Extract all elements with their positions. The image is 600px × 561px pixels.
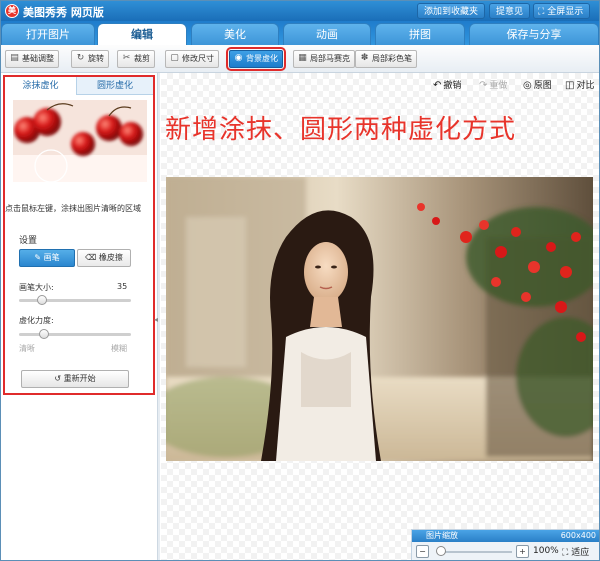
color-pen-icon: ✽ bbox=[360, 53, 369, 63]
blur-strength-slider[interactable] bbox=[19, 329, 131, 339]
tab-animation[interactable]: 动画 bbox=[283, 23, 371, 45]
tab-circle-blur[interactable]: 圆形虚化 bbox=[79, 77, 151, 95]
basic-adjust-button[interactable]: ▤ 基础调整 bbox=[5, 50, 59, 68]
eraser-icon: ⌫ bbox=[85, 253, 97, 262]
adjust-icon: ▤ bbox=[10, 53, 19, 63]
local-mosaic-label: 局部马赛克 bbox=[310, 54, 350, 63]
blur-strength-slider-thumb[interactable] bbox=[39, 329, 49, 339]
brush-size-value: 35 bbox=[117, 282, 128, 291]
app-title: 美图秀秀 网页版 bbox=[23, 6, 104, 19]
brush-mode-button[interactable]: ✎ 画笔 bbox=[19, 249, 75, 267]
zoom-out-icon[interactable]: − bbox=[416, 545, 429, 558]
brush-size-slider[interactable] bbox=[19, 295, 131, 305]
usage-hint: 点击鼠标左键，涂抹出图片清晰的区域 bbox=[5, 204, 141, 213]
tab-open-image[interactable]: 打开图片 bbox=[1, 23, 95, 45]
edit-toolbar: ▤ 基础调整 ↻ 旋转 ✂ 裁剪 ▢ 修改尺寸 ◉ 背景虚化 ▦ 局部马赛克 ✽… bbox=[1, 45, 599, 73]
compare-icon: ◫ bbox=[565, 80, 575, 91]
resize-button[interactable]: ▢ 修改尺寸 bbox=[165, 50, 219, 68]
redo-icon: ↷ bbox=[479, 80, 488, 91]
zoom-slider[interactable] bbox=[440, 551, 512, 553]
brush-size-label: 画笔大小: bbox=[19, 283, 54, 292]
zoom-title: 图片缩放 bbox=[426, 531, 458, 540]
crop-label: 裁剪 bbox=[134, 54, 150, 63]
fit-button[interactable]: ⛶ 适应 bbox=[562, 545, 589, 558]
blur-max-label: 模糊 bbox=[111, 344, 127, 353]
zoom-percent: 100% bbox=[533, 546, 559, 556]
undo-label: 撤销 bbox=[443, 81, 462, 91]
app-logo-icon: 美 bbox=[5, 4, 19, 18]
fit-label: 适应 bbox=[571, 548, 590, 558]
local-color-pen-label: 局部彩色笔 bbox=[372, 54, 412, 63]
basic-adjust-label: 基础调整 bbox=[22, 54, 54, 63]
app-window: 美 美图秀秀 网页版 添加到收藏夹 提意见 ⛶ 全屏显示 打开图片 编辑 美化 … bbox=[0, 0, 600, 561]
zoom-panel: 图片缩放 600x400 − + 100% ⛶ 适应 bbox=[411, 529, 599, 560]
tab-smear-blur[interactable]: 涂抹虚化 bbox=[5, 77, 77, 95]
original-icon: ◎ bbox=[523, 80, 532, 91]
compare-label: 对比 bbox=[576, 81, 595, 91]
edited-photo[interactable] bbox=[166, 177, 593, 461]
main-tab-bar: 打开图片 编辑 美化 动画 拼图 保存与分享 bbox=[1, 21, 599, 45]
brush-size-slider-thumb[interactable] bbox=[37, 295, 47, 305]
crop-icon: ✂ bbox=[122, 53, 131, 63]
rotate-label: 旋转 bbox=[88, 54, 104, 63]
blur-settings-panel: 涂抹虚化 圆形虚化 点击鼠标左键，涂抹出图片清晰的区域 设置 ✎ 画笔 ⌫ 橡皮… bbox=[3, 75, 155, 395]
local-mosaic-button[interactable]: ▦ 局部马赛克 bbox=[293, 50, 355, 68]
redo-button[interactable]: ↷ 重做 bbox=[479, 79, 507, 93]
restart-icon: ↺ bbox=[54, 374, 62, 383]
zoom-in-icon[interactable]: + bbox=[516, 545, 529, 558]
tab-edit[interactable]: 编辑 bbox=[97, 23, 187, 45]
crop-button[interactable]: ✂ 裁剪 bbox=[117, 50, 155, 68]
image-size-label: 600x400 bbox=[560, 531, 596, 540]
undo-button[interactable]: ↶ 撤销 bbox=[433, 79, 461, 93]
blur-strength-label: 虚化力度: bbox=[19, 316, 54, 325]
settings-heading: 设置 bbox=[19, 236, 38, 246]
zoom-header: 图片缩放 600x400 bbox=[412, 530, 599, 542]
zoom-slider-thumb[interactable] bbox=[436, 546, 446, 556]
background-blur-label: 背景虚化 bbox=[246, 54, 278, 63]
fullscreen-button[interactable]: ⛶ 全屏显示 bbox=[533, 3, 591, 19]
original-label: 原图 bbox=[533, 81, 552, 91]
title-bar: 美 美图秀秀 网页版 添加到收藏夹 提意见 ⛶ 全屏显示 bbox=[1, 1, 599, 21]
restart-button[interactable]: ↺ 重新开始 bbox=[21, 370, 129, 388]
blur-mode-tabs: 涂抹虚化 圆形虚化 bbox=[5, 77, 153, 95]
original-button[interactable]: ◎ 原图 bbox=[523, 79, 552, 93]
fullscreen-label: 全屏显示 bbox=[547, 7, 584, 17]
redo-label: 重做 bbox=[489, 81, 508, 91]
feedback-button[interactable]: 提意见 bbox=[489, 3, 531, 19]
feature-headline: 新增涂抹、圆形两种虚化方式 bbox=[165, 115, 517, 145]
fullscreen-icon: ⛶ bbox=[538, 7, 545, 17]
resize-label: 修改尺寸 bbox=[182, 54, 214, 63]
collapse-arrow-icon[interactable]: ◂ bbox=[154, 315, 158, 324]
brush-mode-label: 画笔 bbox=[43, 253, 60, 262]
tab-save-share[interactable]: 保存与分享 bbox=[469, 23, 599, 45]
background-blur-button[interactable]: ◉ 背景虚化 bbox=[226, 47, 286, 71]
blur-preview-image bbox=[13, 100, 147, 182]
mosaic-icon: ▦ bbox=[298, 53, 307, 63]
add-bookmark-button[interactable]: 添加到收藏夹 bbox=[417, 3, 486, 19]
rotate-icon: ↻ bbox=[76, 53, 85, 63]
eraser-mode-button[interactable]: ⌫ 橡皮擦 bbox=[77, 249, 131, 267]
undo-icon: ↶ bbox=[433, 80, 442, 91]
tab-collage[interactable]: 拼图 bbox=[375, 23, 465, 45]
image-canvas: ↶ 撤销 ↷ 重做 ◎ 原图 ◫ 对比 新增涂抹、圆形两种虚化方式 bbox=[161, 73, 599, 560]
restart-label: 重新开始 bbox=[63, 374, 96, 383]
fit-icon: ⛶ bbox=[562, 548, 569, 558]
resize-icon: ▢ bbox=[170, 53, 179, 63]
eraser-mode-label: 橡皮擦 bbox=[98, 253, 123, 262]
brush-icon: ✎ bbox=[34, 253, 42, 262]
blur-icon: ◉ bbox=[234, 53, 243, 63]
local-color-pen-button[interactable]: ✽ 局部彩色笔 bbox=[355, 50, 417, 68]
tab-beautify[interactable]: 美化 bbox=[191, 23, 279, 45]
blur-min-label: 清晰 bbox=[19, 344, 35, 353]
rotate-button[interactable]: ↻ 旋转 bbox=[71, 50, 109, 68]
compare-button[interactable]: ◫ 对比 bbox=[565, 79, 594, 93]
